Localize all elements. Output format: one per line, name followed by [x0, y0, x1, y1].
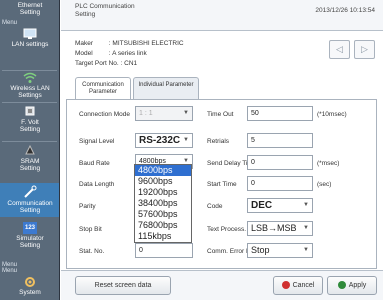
memory-icon — [25, 144, 35, 155]
conn-mode-label: Connection Mode — [79, 111, 130, 118]
divider — [2, 102, 57, 103]
sidebar-item-system[interactable]: System — [0, 276, 59, 296]
footer-bar: Reset screen data Cancel Apply — [61, 270, 383, 300]
sidebar-item-simulator[interactable]: 123 Simulator Setting — [0, 222, 59, 249]
sidebar-item-f-volt[interactable]: F. Volt Setting — [0, 104, 59, 133]
signal-level-label: Signal Level — [79, 138, 115, 145]
code-select[interactable]: DEC ▼ — [247, 198, 313, 213]
sidebar-item-wireless-lan[interactable]: Wireless LAN Settings — [0, 72, 59, 99]
baud-rate-option[interactable]: 57600bps — [135, 209, 191, 220]
sidebar-item-label: Simulator Setting — [16, 235, 44, 249]
start-time-label: Start Time — [207, 181, 237, 188]
sidebar-item-lan-settings[interactable]: LAN settings — [0, 28, 59, 48]
sidebar-item-label: LAN settings — [11, 41, 49, 48]
port-label: Target Port No. — [75, 60, 119, 67]
conn-mode-select: 1 : 1 ▼ — [135, 106, 193, 121]
text-process-select[interactable]: LSB→MSB ▼ — [247, 221, 313, 236]
port-row: Target Port No. : CN1 — [75, 60, 138, 67]
sidebar-item-label: Ethernet Setting — [17, 2, 43, 16]
next-button[interactable]: ▷ — [354, 40, 375, 59]
cancel-icon — [281, 281, 290, 290]
maker-label: Maker — [75, 40, 94, 47]
retrials-input[interactable]: 5 — [247, 133, 313, 148]
parity-label: Parity — [79, 203, 96, 210]
timeout-label: Time Out — [207, 111, 234, 118]
code-label: Code — [207, 203, 223, 210]
stat-no-input[interactable]: 0 — [135, 243, 193, 258]
reset-button[interactable]: Reset screen data — [75, 276, 171, 295]
sidebar-item-label: Communication Setting — [7, 200, 53, 214]
page-title: PLC Communication Setting — [75, 3, 135, 18]
retrials-label: Retrials — [207, 138, 230, 145]
maker-value: MITSUBISHI ELECTRIC — [112, 40, 184, 47]
menu-tag: Menu — [2, 268, 18, 274]
sidebar-item-label: F. Volt Setting — [19, 119, 41, 133]
target-info: Maker : MITSUBISHI ELECTRIC Model : A se… — [75, 39, 275, 69]
model-label: Model — [75, 50, 93, 57]
cancel-button[interactable]: Cancel — [273, 276, 323, 295]
send-delay-input[interactable]: 0 — [247, 155, 313, 170]
signal-level-select[interactable]: RS-232C ▼ — [135, 133, 193, 148]
sidebar-item-label: Wireless LAN Settings — [10, 85, 50, 99]
err-handling-select[interactable]: Stop ▼ — [247, 243, 313, 258]
baud-rate-option[interactable]: 76800bps — [135, 220, 191, 231]
datetime: 2013/12/26 10:13:54 — [315, 7, 375, 14]
baud-rate-option[interactable]: 19200bps — [135, 187, 191, 198]
chevron-down-icon: ▼ — [183, 137, 189, 143]
timeout-unit: (*10msec) — [317, 111, 347, 118]
data-length-label: Data Length — [79, 181, 115, 188]
tools-icon — [24, 185, 37, 198]
chevron-down-icon: ▼ — [303, 202, 309, 208]
apply-icon — [337, 281, 346, 290]
text-process-label: Text Process. — [207, 226, 247, 233]
menu-tag: Menu — [2, 20, 18, 26]
tab-individual-parameter[interactable]: Individual Parameter — [133, 77, 199, 99]
chevron-down-icon: ▼ — [183, 110, 189, 116]
baud-rate-dropdown: 4800bps 9600bps 19200bps 38400bps 57600bps 76… — [134, 164, 192, 243]
cpu-icon — [25, 106, 35, 116]
prev-button[interactable]: ◁ — [329, 40, 350, 59]
tab-communication-parameter[interactable]: Communication Parameter — [75, 77, 131, 100]
baud-rate-option[interactable]: 9600bps — [135, 176, 191, 187]
timeout-input[interactable]: 50 — [247, 106, 313, 121]
parameter-panel: Connection Mode 1 : 1 ▼ Signal Level RS-2… — [66, 99, 377, 269]
stat-no-label: Stat. No. — [79, 248, 105, 255]
chevron-down-icon: ▼ — [303, 247, 309, 253]
sidebar-item-label: System — [19, 289, 41, 296]
simulator-icon: 123 — [23, 222, 37, 234]
baud-rate-option[interactable]: 4800bps — [135, 165, 191, 176]
apply-label: Apply — [348, 282, 367, 289]
nav-buttons: ◁ ▷ — [325, 40, 375, 59]
divider — [2, 70, 57, 71]
sidebar: Ethernet Setting Menu LAN settings Wirel… — [0, 0, 60, 300]
apply-button[interactable]: Apply — [327, 276, 377, 295]
baud-rate-option[interactable]: 115kbps — [135, 231, 191, 242]
cancel-label: Cancel — [292, 282, 315, 289]
sidebar-item-ethernet[interactable]: Ethernet Setting — [0, 2, 59, 16]
sidebar-item-sram[interactable]: SRAM Setting — [0, 143, 59, 172]
wifi-icon — [23, 72, 37, 83]
port-value: CN1 — [124, 60, 138, 67]
divider — [2, 141, 57, 142]
sidebar-item-label: SRAM Setting — [19, 158, 41, 172]
stop-bit-label: Stop Bit — [79, 226, 102, 233]
monitor-icon — [23, 28, 37, 39]
header: PLC Communication Setting 2013/12/26 10:… — [61, 0, 383, 31]
sidebar-item-communication[interactable]: Communication Setting — [0, 183, 59, 217]
baud-rate-option[interactable]: 38400bps — [135, 198, 191, 209]
gear-icon — [25, 277, 35, 287]
send-delay-unit: (*msec) — [317, 160, 340, 167]
model-row: Model : A series link — [75, 50, 147, 57]
chevron-down-icon: ▼ — [303, 225, 309, 231]
start-time-unit: (sec) — [317, 181, 332, 188]
maker-row: Maker : MITSUBISHI ELECTRIC — [75, 40, 184, 47]
baud-rate-label: Baud Rate — [79, 160, 110, 167]
model-value: A series link — [112, 50, 147, 57]
start-time-input[interactable]: 0 — [247, 176, 313, 191]
